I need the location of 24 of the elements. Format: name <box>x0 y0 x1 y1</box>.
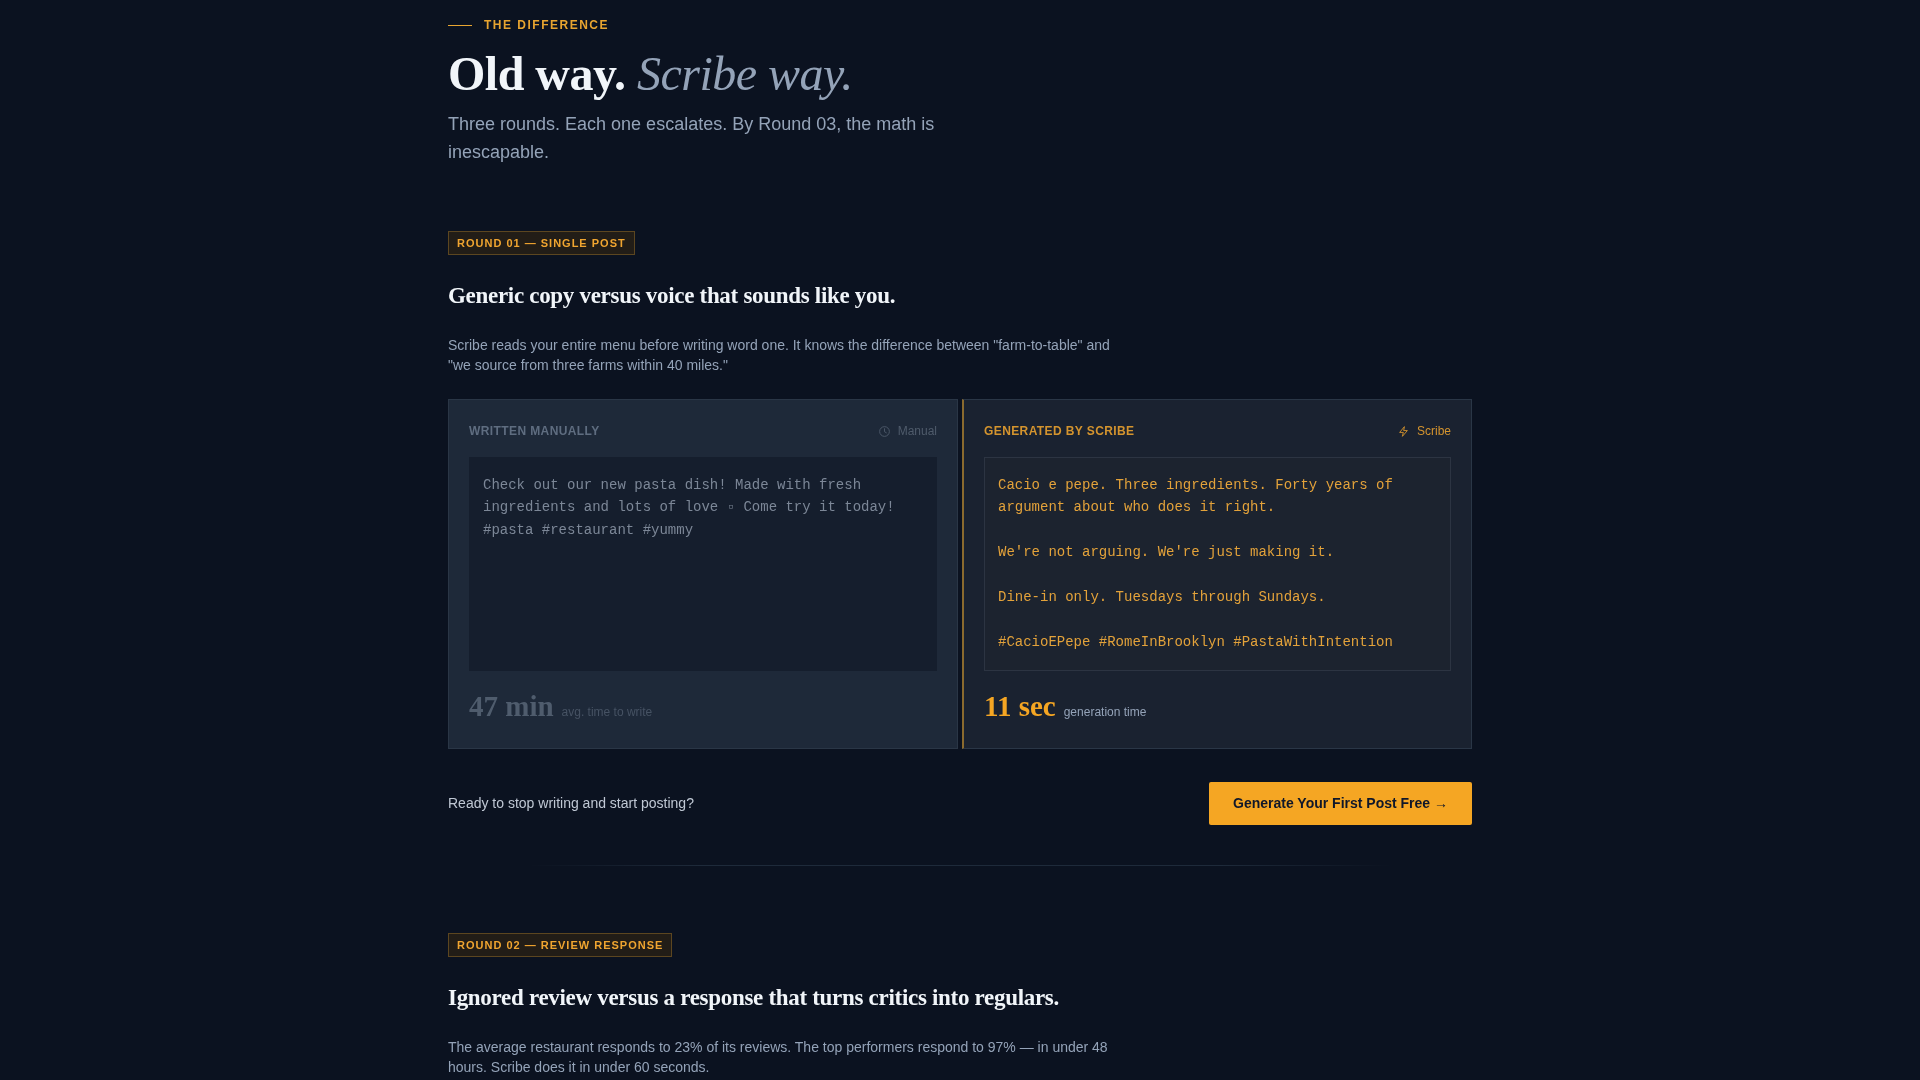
generate-post-button[interactable]: Generate Your First Post Free → <box>1209 782 1472 825</box>
section-subtitle: Three rounds. Each one escalates. By Round 03, the math is inescapable. <box>448 113 936 164</box>
post-text: #CacioEPepe #RomeInBrooklyn #PastaWithIntention <box>998 632 1394 652</box>
source-tag: Scribe <box>1417 423 1451 439</box>
round-badge: ROUND 01 — SINGLE POST <box>448 231 635 255</box>
card-label: WRITTEN MANUALLY <box>469 423 600 439</box>
round-heading: Ignored review versus a response that turns critics into regulars. <box>448 984 1060 1012</box>
eyebrow-label: THE DIFFERENCE <box>484 17 609 33</box>
round-description: Scribe reads your entire menu before writing word one. It knows the difference between "farm-to-table" and "we source from three farms within 40 miles." <box>448 336 1111 375</box>
lightning-icon <box>1398 425 1409 437</box>
post-text: Check out our new pasta dish! Made with fresh ingredients and lots of love ▫ Come try it today! #pasta #restaurant #yummy <box>483 476 896 540</box>
eyebrow-rule <box>448 24 472 26</box>
post-text: We're not arguing. We're just making it. <box>998 543 1336 563</box>
section-title: Old way. Scribe way. <box>448 47 854 100</box>
stat-value: 11 sec <box>984 691 1056 721</box>
post-text: Cacio e pepe. Three ingredients. Forty years of argument about who does it right. <box>998 476 1394 518</box>
round-heading: Generic copy versus voice that sounds like you. <box>448 282 897 310</box>
card-label: GENERATED BY SCRIBE <box>984 423 1135 439</box>
stat-label: generation time <box>1063 704 1147 720</box>
cta-prompt: Ready to stop writing and start posting? <box>448 794 694 813</box>
round-description: The average restaurant responds to 23% of its reviews. The top performers respond to 97% — in under 48 hours. Scribe does it in under 60 seconds. <box>448 1038 1109 1077</box>
round-badge: ROUND 02 — REVIEW RESPONSE <box>448 933 673 957</box>
clock-icon <box>878 425 890 437</box>
post-text: Dine-in only. Tuesdays through Sundays. <box>998 588 1327 607</box>
